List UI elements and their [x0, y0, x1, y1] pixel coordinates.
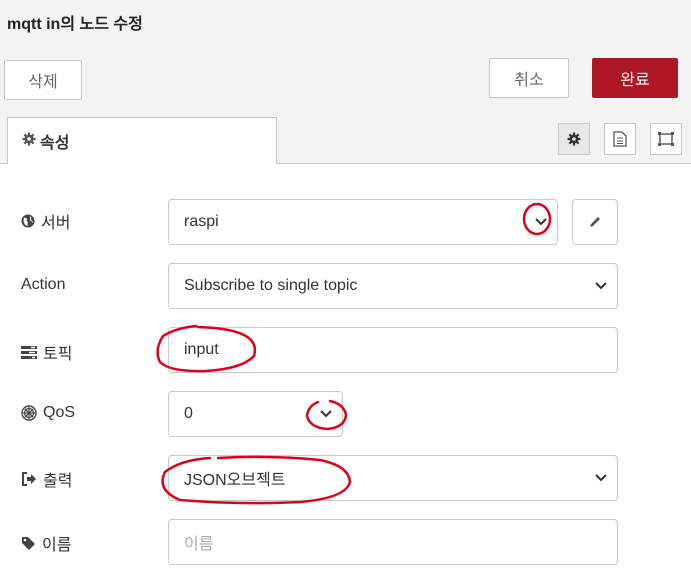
chevron-down-icon: [595, 282, 607, 290]
chevron-down-icon: [535, 218, 547, 226]
dialog-header: mqtt in의 노드 수정: [0, 0, 691, 44]
qos-select[interactable]: 0: [168, 391, 343, 437]
tab-properties[interactable]: 속성: [7, 117, 277, 164]
gear-icon: [22, 132, 36, 146]
appearance-tab-button[interactable]: [650, 123, 682, 155]
output-select[interactable]: JSON오브젝트: [168, 455, 618, 501]
server-select[interactable]: raspi: [168, 199, 558, 245]
action-select[interactable]: Subscribe to single topic: [168, 263, 618, 309]
qos-label: QoS: [21, 404, 75, 422]
name-input[interactable]: 이름: [168, 519, 618, 565]
tasks-icon: [21, 345, 37, 359]
delete-button[interactable]: 삭제: [4, 60, 82, 100]
action-label: Action: [21, 276, 66, 293]
empire-icon: [21, 405, 37, 421]
chevron-down-icon: [320, 410, 332, 418]
dialog-title: mqtt in의 노드 수정: [7, 16, 143, 33]
server-label: 서버: [21, 209, 70, 233]
done-button[interactable]: 완료: [592, 58, 678, 98]
sign-out-icon: [21, 472, 37, 486]
name-label: 이름: [21, 531, 71, 555]
topic-label: 토픽: [21, 340, 72, 364]
document-icon: [613, 131, 627, 147]
cancel-button[interactable]: 취소: [489, 58, 569, 98]
frame-icon: [658, 132, 674, 146]
settings-tab-button[interactable]: [558, 123, 590, 155]
output-label: 출력: [21, 467, 72, 491]
tab-properties-label: 속성: [40, 135, 70, 152]
topic-input[interactable]: input: [168, 327, 618, 373]
dialog-toolbar: 삭제 취소 완료: [0, 44, 691, 117]
edit-server-button[interactable]: [572, 199, 618, 245]
tab-bar: 속성: [0, 117, 691, 164]
gear-icon: [567, 132, 581, 146]
chevron-down-icon: [595, 474, 607, 482]
pencil-icon: [590, 217, 600, 227]
globe-icon: [21, 214, 35, 228]
tag-icon: [21, 536, 36, 550]
description-tab-button[interactable]: [604, 123, 636, 155]
